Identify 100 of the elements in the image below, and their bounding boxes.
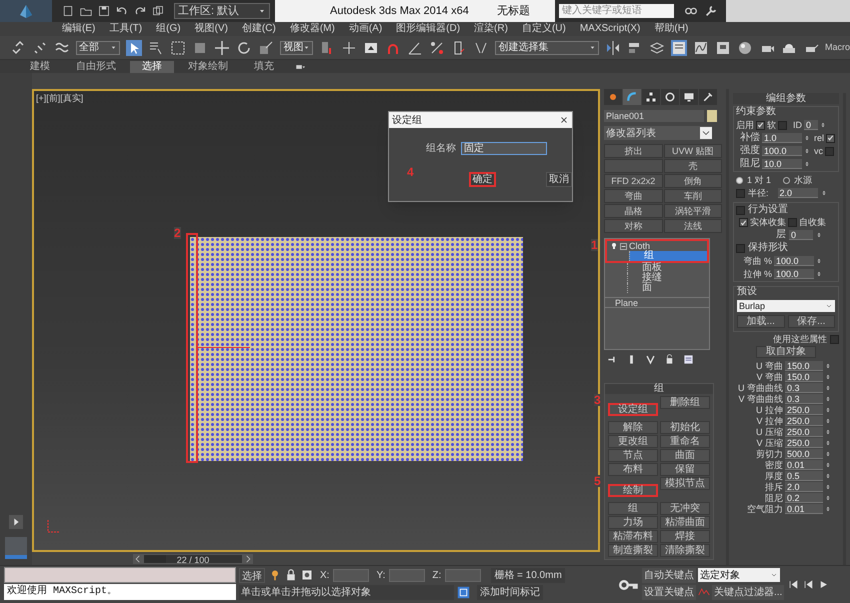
selection-filter-dropdown[interactable]: 全部: [76, 40, 120, 54]
radio-button[interactable]: [736, 177, 743, 184]
dialog-button[interactable]: 取消: [546, 172, 572, 187]
preset-button[interactable]: 加载...: [737, 315, 784, 328]
coordinate-field[interactable]: [389, 568, 426, 582]
menu-item[interactable]: 编辑(E): [62, 24, 96, 34]
stack-item[interactable]: Cloth: [629, 242, 650, 250]
group-button[interactable]: 布料: [608, 463, 658, 476]
percent-snap-icon[interactable]: [429, 40, 446, 56]
workspace-dropdown[interactable]: 工作区: 默认: [174, 3, 270, 19]
spinner-icon[interactable]: [825, 471, 831, 481]
group-button[interactable]: 组: [608, 502, 658, 515]
group-button[interactable]: 焊接: [660, 530, 710, 543]
number-field[interactable]: 150.0: [785, 372, 823, 382]
group-button[interactable]: 曲面: [660, 449, 710, 462]
save-icon[interactable]: [98, 5, 110, 17]
spinner-icon[interactable]: [825, 493, 831, 503]
number-field[interactable]: 100.0: [774, 269, 814, 279]
coordinate-field[interactable]: [445, 568, 482, 582]
spinner-icon[interactable]: [820, 188, 827, 198]
spinner-icon[interactable]: [825, 449, 831, 459]
group-button[interactable]: 删除组: [660, 396, 710, 409]
group-button[interactable]: 清除撕裂: [660, 544, 710, 557]
number-field[interactable]: 150.0: [785, 361, 823, 371]
number-field[interactable]: 10.0: [762, 159, 802, 169]
isolate-toggle-icon[interactable]: [457, 586, 470, 598]
coordinate-field[interactable]: [333, 568, 370, 582]
select-cursor-icon[interactable]: [126, 40, 142, 56]
panel-tab[interactable]: [699, 89, 717, 105]
next-frame-icon[interactable]: [243, 554, 253, 564]
mirror-icon[interactable]: [604, 40, 621, 56]
stack-item[interactable]: Plane: [605, 297, 709, 308]
modifier-button[interactable]: 壳: [664, 159, 722, 173]
play-icon[interactable]: [818, 579, 830, 590]
auto-key-button[interactable]: 自动关键点: [642, 568, 696, 582]
schematic-icon[interactable]: [714, 40, 731, 56]
group-button[interactable]: 保留: [660, 463, 710, 476]
group-button[interactable]: 制造撕裂: [608, 544, 658, 557]
modifier-button[interactable]: 法线: [664, 219, 722, 233]
number-field[interactable]: 0.01: [785, 460, 823, 470]
number-field[interactable]: 0.01: [785, 504, 823, 514]
viewport-thumbnail[interactable]: [5, 537, 27, 559]
group-button[interactable]: 设定组: [608, 403, 658, 416]
object-name-field[interactable]: Plane001: [604, 110, 704, 122]
bulb-icon[interactable]: [610, 242, 618, 250]
group-button[interactable]: 绘制: [608, 484, 658, 497]
menu-item[interactable]: 工具(T): [109, 24, 142, 34]
scale-icon[interactable]: [258, 40, 274, 56]
menu-item[interactable]: 组(G): [156, 24, 181, 34]
number-field[interactable]: 100.0: [762, 146, 802, 156]
ribbon-tab[interactable]: 对象绘制: [176, 60, 240, 72]
rectangle-select-icon[interactable]: [170, 40, 186, 56]
number-field[interactable]: 0: [789, 230, 813, 240]
number-field[interactable]: 0.3: [785, 394, 823, 404]
modifier-button[interactable]: 挤出: [604, 144, 662, 158]
lock-icon[interactable]: [285, 569, 297, 581]
move-icon[interactable]: [214, 40, 230, 56]
redo-icon[interactable]: [134, 5, 146, 17]
spinner-icon[interactable]: [825, 361, 831, 371]
number-field[interactable]: 250.0: [785, 427, 823, 437]
number-field[interactable]: 0.5: [785, 471, 823, 481]
checkbox[interactable]: [825, 146, 834, 156]
preset-dropdown[interactable]: Burlap: [737, 300, 835, 312]
sub-object-item[interactable]: 接缝: [627, 273, 709, 283]
checkbox[interactable]: [739, 218, 748, 227]
link-icon[interactable]: [10, 40, 26, 56]
viewport-label[interactable]: [+][前][真实]: [36, 92, 84, 106]
number-field[interactable]: 0: [804, 120, 818, 130]
undo-icon[interactable]: [116, 5, 128, 17]
modifier-list-dropdown[interactable]: 修改器列表: [604, 126, 712, 140]
spinner-icon[interactable]: [825, 482, 831, 492]
modifier-button[interactable]: 晶格: [604, 204, 662, 218]
time-slider[interactable]: 22 / 100: [143, 554, 243, 564]
spinner-icon[interactable]: [816, 269, 822, 279]
modifier-button[interactable]: FFD 2x2x2: [604, 174, 662, 188]
rollout-title[interactable]: 编组参数: [733, 93, 839, 104]
modifier-button[interactable]: 涡轮平滑: [664, 204, 722, 218]
wrench-icon[interactable]: [704, 4, 718, 18]
spinner-icon[interactable]: [820, 120, 826, 130]
sub-object-item[interactable]: 面: [627, 283, 709, 293]
group-button[interactable]: 重命名: [660, 435, 710, 448]
expand-toggle[interactable]: [620, 242, 627, 250]
select-by-name-icon[interactable]: [148, 40, 164, 56]
menu-item[interactable]: 渲染(R): [474, 24, 508, 34]
checkbox[interactable]: [736, 188, 745, 198]
group-button[interactable]: 模拟节点: [660, 477, 710, 490]
group-name-field[interactable]: 固定: [461, 142, 547, 155]
spinner-icon[interactable]: [825, 383, 831, 393]
key-filters-button[interactable]: 关键点过滤器...: [712, 584, 784, 600]
panel-tab[interactable]: [680, 89, 698, 105]
set-key-button[interactable]: 设置关键点: [642, 584, 696, 600]
group-button[interactable]: 更改组: [608, 435, 658, 448]
menu-item[interactable]: 图形编辑器(D): [396, 24, 460, 34]
number-field[interactable]: 1.0: [762, 133, 802, 143]
checkbox[interactable]: [736, 206, 745, 214]
number-field[interactable]: 250.0: [785, 438, 823, 448]
spinner-icon[interactable]: [804, 146, 810, 156]
checkbox[interactable]: [778, 120, 787, 130]
lightbulb-icon[interactable]: [269, 569, 281, 581]
number-field[interactable]: 2.0: [785, 482, 823, 492]
